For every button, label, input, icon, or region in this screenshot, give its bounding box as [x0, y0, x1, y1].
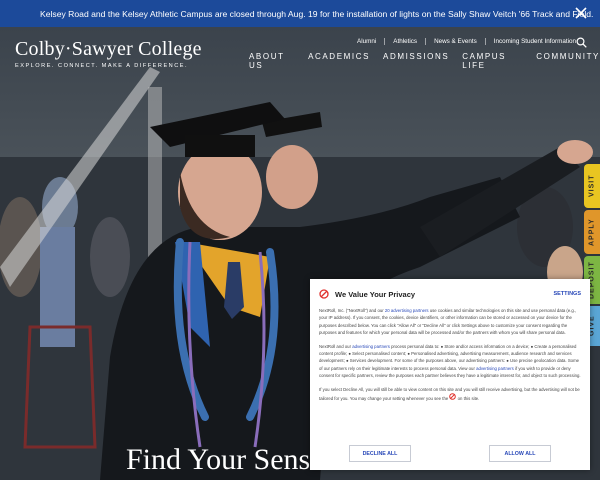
- decline-all-button[interactable]: DECLINE ALL: [349, 445, 411, 462]
- consent-paragraph-3: If you select Decline All, you will stil…: [319, 386, 581, 403]
- logo-name: Colby·Sawyer College: [15, 38, 202, 60]
- advertising-partners-link[interactable]: 20 advertising partners: [385, 308, 429, 313]
- allow-all-button[interactable]: ALLOW ALL: [489, 445, 551, 462]
- close-icon[interactable]: [574, 6, 588, 20]
- site-logo[interactable]: Colby·Sawyer College EXPLORE. CONNECT. M…: [15, 38, 202, 69]
- alert-message: Kelsey Road and the Kelsey Athletic Camp…: [40, 8, 594, 19]
- side-tab-apply[interactable]: APPLY: [584, 210, 600, 254]
- nav-community[interactable]: COMMUNITY: [536, 52, 600, 70]
- utility-link-athletics[interactable]: Athletics: [385, 38, 427, 45]
- consent-header: We Value Your Privacy SETTINGS: [319, 287, 581, 301]
- cookie-consent-dialog: We Value Your Privacy SETTINGS NextRoll,…: [310, 279, 590, 470]
- alert-bar: Kelsey Road and the Kelsey Athletic Camp…: [0, 0, 600, 27]
- nav-admissions[interactable]: ADMISSIONS: [383, 52, 449, 70]
- nextroll-logo-icon: [319, 289, 329, 299]
- advertising-partners-link[interactable]: advertising partners: [352, 344, 390, 349]
- logo-tagline: EXPLORE. CONNECT. MAKE A DIFFERENCE.: [15, 63, 189, 69]
- consent-text: NextRoll, Inc. ("NextRoll") and our: [319, 308, 385, 313]
- consent-text: NextRoll and our: [319, 343, 353, 349]
- utility-link-news-events[interactable]: News & Events: [426, 38, 486, 45]
- utility-nav: Alumni Athletics News & Events Incoming …: [349, 38, 584, 45]
- utility-link-alumni[interactable]: Alumni: [349, 38, 386, 45]
- consent-paragraph-1: NextRoll, Inc. ("NextRoll") and our 20 a…: [319, 307, 581, 337]
- main-nav: ABOUT US ACADEMICS ADMISSIONS CAMPUS LIF…: [249, 52, 600, 70]
- side-tab-visit[interactable]: VISIT: [584, 164, 600, 208]
- utility-link-incoming-students[interactable]: Incoming Student Information: [486, 38, 584, 45]
- consent-paragraph-2: NextRoll and our advertising partners pr…: [319, 343, 581, 380]
- consent-text: on this site.: [456, 396, 480, 402]
- consent-buttons: DECLINE ALL ALLOW ALL: [310, 445, 590, 462]
- nav-campus-life[interactable]: CAMPUS LIFE: [462, 52, 523, 70]
- advertising-partners-link[interactable]: advertising partners: [476, 366, 514, 371]
- search-icon[interactable]: [576, 37, 587, 48]
- consent-title: We Value Your Privacy: [335, 289, 416, 299]
- consent-settings-link[interactable]: SETTINGS: [553, 291, 581, 297]
- nav-academics[interactable]: ACADEMICS: [308, 52, 370, 70]
- nav-about-us[interactable]: ABOUT US: [249, 52, 295, 70]
